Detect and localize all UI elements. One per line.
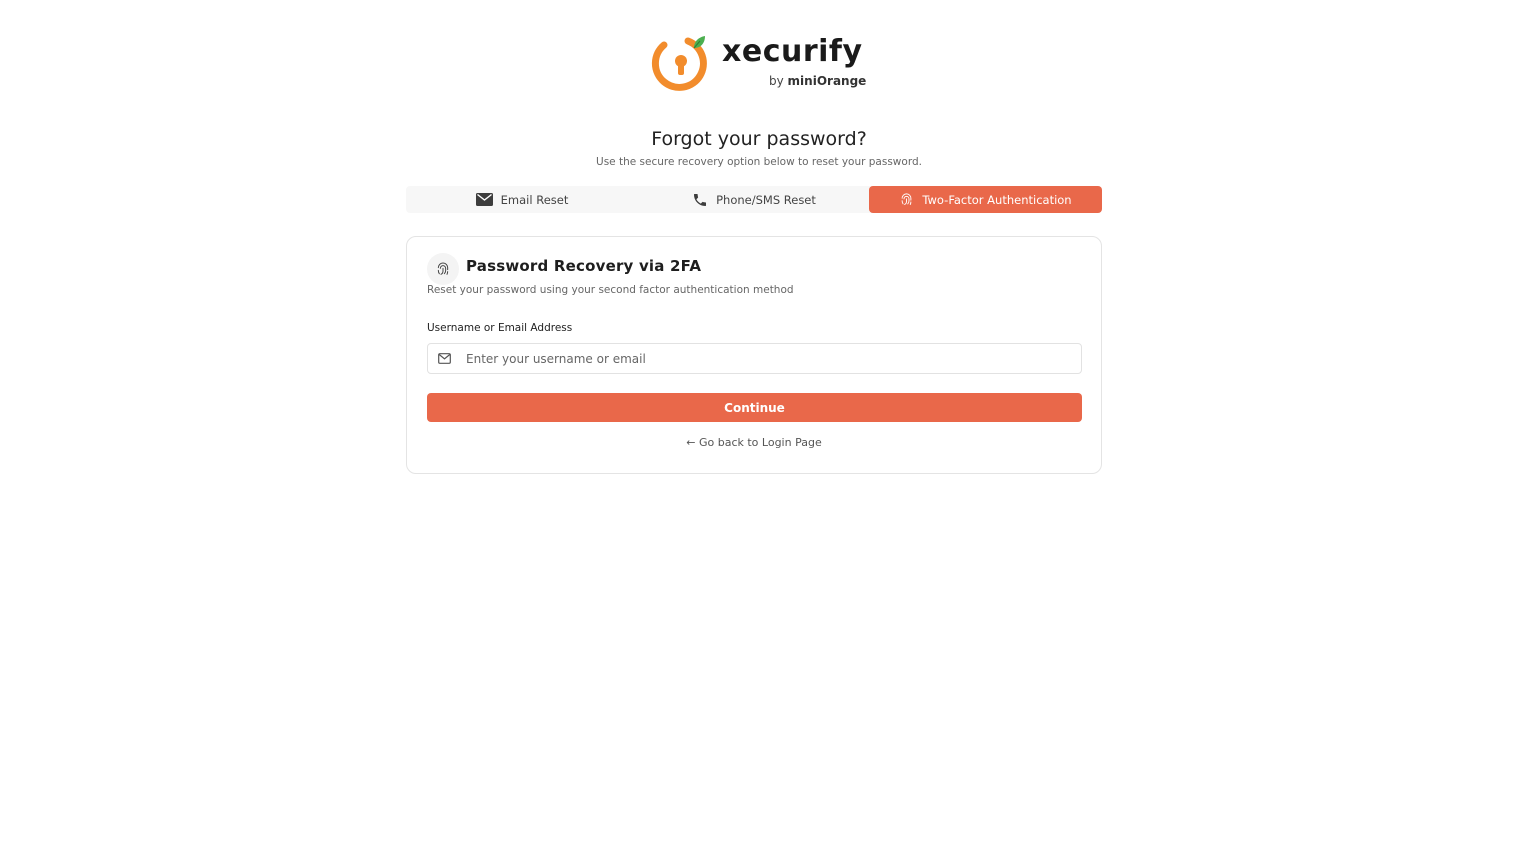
logo-lock-icon [651, 36, 707, 91]
fingerprint-icon [902, 193, 912, 205]
byline-brand: miniOrange [787, 74, 867, 88]
fingerprint-icon [437, 262, 449, 275]
tab-phone-sms-reset-label: Phone/SMS Reset [716, 192, 816, 207]
byline-prefix: by [769, 74, 784, 88]
page-title: Forgot your password? [651, 128, 867, 150]
back-to-login-link[interactable]: ← Go back to Login Page [407, 436, 1101, 449]
username-input-box [427, 343, 1082, 374]
tab-phone-sms-reset[interactable]: Phone/SMS Reset [638, 186, 870, 213]
card-title: Password Recovery via 2FA [466, 257, 702, 275]
logo-byline: by miniOrange [769, 74, 866, 88]
back-to-login-label: Go back to Login Page [698, 436, 822, 449]
card-subtitle: Reset your password using your second fa… [427, 284, 794, 296]
arrow-left-icon: ← [686, 436, 696, 449]
xecurify-logo: xecurify by miniOrange [650, 32, 866, 94]
continue-button[interactable]: Continue [427, 393, 1082, 422]
phone-icon [694, 193, 707, 206]
recovery-method-tabs: Email Reset Phone/SMS Reset Two-Factor A… [406, 186, 1102, 213]
envelope-icon [475, 193, 493, 206]
recovery-card: Password Recovery via 2FA Reset your pas… [406, 236, 1102, 474]
tab-email-reset-label: Email Reset [500, 192, 569, 207]
mail-outline-icon [438, 353, 451, 364]
username-field-label: Username or Email Address [427, 322, 573, 334]
logo-wordmark: xecurify [722, 34, 863, 69]
tab-email-reset[interactable]: Email Reset [406, 186, 638, 213]
tab-two-factor-authentication-label: Two-Factor Authentication [922, 192, 1072, 207]
tab-two-factor-authentication[interactable]: Two-Factor Authentication [869, 186, 1102, 213]
forgot-password-page: xecurify by miniOrange Forgot your passw… [0, 0, 1518, 868]
card-icon-badge [427, 253, 459, 285]
page-subtitle: Use the secure recovery option below to … [596, 156, 922, 168]
username-email-input[interactable] [466, 344, 1066, 373]
